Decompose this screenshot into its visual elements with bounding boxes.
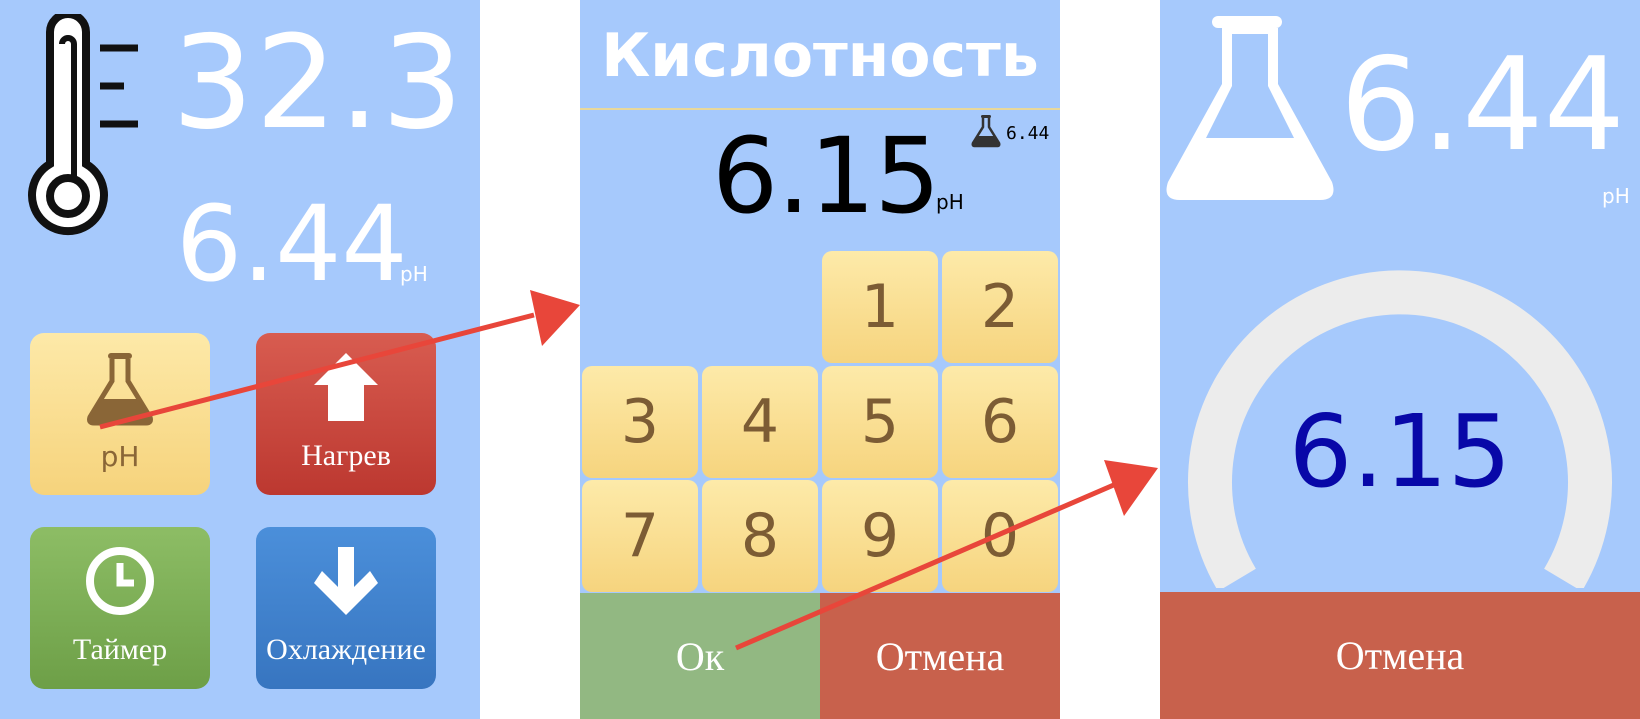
keypad-screen: Кислотность 6.15 pH 6.44 1 2 3 4 5 6 7 8… <box>580 0 1060 719</box>
page-title: Кислотность <box>580 0 1060 110</box>
cool-button-label: Охлаждение <box>266 633 426 666</box>
entered-ph-value: 6.15 <box>712 115 941 237</box>
key-6[interactable]: 6 <box>942 366 1058 478</box>
key-5[interactable]: 5 <box>822 366 938 478</box>
key-3[interactable]: 3 <box>582 366 698 478</box>
key-7[interactable]: 7 <box>582 480 698 592</box>
key-0[interactable]: 0 <box>942 480 1058 592</box>
target-ph-value: 6.15 <box>1288 393 1512 510</box>
current-ph-unit: pH <box>1602 184 1630 208</box>
clock-icon <box>86 547 154 615</box>
key-2[interactable]: 2 <box>942 251 1058 363</box>
current-ph-value: 6.44 <box>1340 31 1625 180</box>
thermometer-icon <box>28 14 138 236</box>
flow-arrow-head <box>1104 460 1158 516</box>
flask-icon <box>1166 16 1334 200</box>
main-screen: 32.3 6.44 pH pH Нагрев Таймер Охлаждение <box>0 0 480 719</box>
key-8[interactable]: 8 <box>702 480 818 592</box>
timer-button[interactable]: Таймер <box>30 527 210 689</box>
ph-button-label: pH <box>100 440 140 473</box>
arrow-down-icon <box>314 547 378 615</box>
key-1[interactable]: 1 <box>822 251 938 363</box>
heat-button-label: Нагрев <box>301 439 391 472</box>
cancel-button[interactable]: Отмена <box>1160 592 1640 719</box>
current-ph-value: 6.44 <box>1006 123 1050 144</box>
heat-button[interactable]: Нагрев <box>256 333 436 495</box>
temperature-value: 32.3 <box>172 9 465 158</box>
cancel-button[interactable]: Отмена <box>820 593 1060 719</box>
entered-ph-unit: pH <box>936 190 964 214</box>
flask-icon <box>87 353 153 426</box>
flask-icon <box>971 115 1001 148</box>
ph-unit: pH <box>400 262 428 286</box>
timer-button-label: Таймер <box>72 633 168 666</box>
ok-button[interactable]: Ок <box>580 593 820 719</box>
cool-button[interactable]: Охлаждение <box>256 527 436 689</box>
progress-screen: 6.44 pH 6.15 Отмена <box>1160 0 1640 719</box>
key-9[interactable]: 9 <box>822 480 938 592</box>
flow-arrow-head <box>530 290 580 346</box>
arrow-up-icon <box>314 353 378 421</box>
ph-button[interactable]: pH <box>30 333 210 495</box>
ph-value: 6.44 <box>176 183 408 305</box>
key-4[interactable]: 4 <box>702 366 818 478</box>
